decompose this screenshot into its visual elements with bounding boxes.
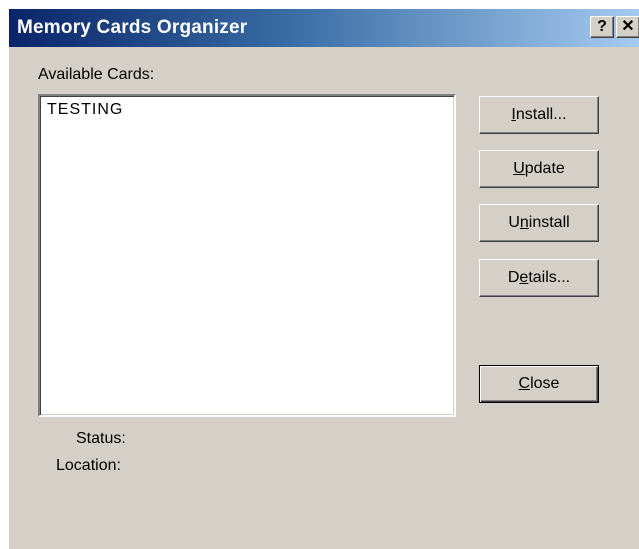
title-bar[interactable]: Memory Cards Organizer ? ✕ xyxy=(9,9,639,47)
available-cards-label: Available Cards: xyxy=(38,66,155,83)
help-icon: ? xyxy=(597,18,607,35)
install-button[interactable]: Install... xyxy=(479,96,599,134)
update-button[interactable]: Update xyxy=(479,150,599,188)
location-label: Location: xyxy=(56,457,121,474)
details-button[interactable]: Details... xyxy=(479,259,599,297)
help-button[interactable]: ? xyxy=(590,16,614,38)
status-label: Status: xyxy=(76,430,126,447)
close-button[interactable]: Close xyxy=(479,365,599,403)
window-title: Memory Cards Organizer xyxy=(17,17,248,38)
list-item[interactable]: TESTING xyxy=(47,101,123,119)
close-window-button[interactable]: ✕ xyxy=(616,16,639,38)
available-cards-listbox[interactable]: TESTING xyxy=(38,94,456,417)
memory-cards-organizer-dialog: Memory Cards Organizer ? ✕ Available Car… xyxy=(8,8,639,549)
uninstall-button[interactable]: Uninstall xyxy=(479,204,599,242)
close-icon: ✕ xyxy=(621,18,635,35)
